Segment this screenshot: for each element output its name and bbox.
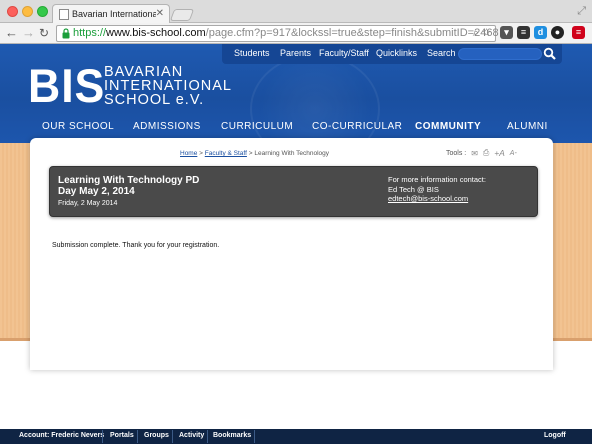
minimize-window-button[interactable] — [22, 6, 33, 17]
layers-extension-icon[interactable]: ≡ — [517, 26, 530, 39]
circle-extension-icon[interactable]: ● — [551, 26, 564, 39]
font-decrease-button[interactable]: A- — [510, 150, 517, 157]
account-footer-bar: Account: Frederic Nevers Portals Groups … — [0, 429, 592, 444]
nav-our-school[interactable]: OUR SCHOOL — [42, 121, 114, 132]
tab-title: Bavarian International Scho — [72, 9, 156, 19]
breadcrumb-home-link[interactable]: Home — [180, 150, 197, 157]
page-favicon-icon — [59, 9, 69, 20]
d-extension-icon[interactable]: d — [534, 26, 547, 39]
print-icon[interactable]: ⎙ — [483, 148, 489, 158]
footer-link-bookmarks[interactable]: Bookmarks — [213, 432, 251, 439]
breadcrumb-current: Learning With Technology — [254, 150, 330, 157]
footer-divider — [102, 430, 103, 443]
browser-toolbar: ← → ↻ https://www.bis-school.com/page.cf… — [0, 23, 592, 44]
utility-link-search: Search — [427, 48, 456, 58]
search-icon[interactable] — [543, 47, 557, 61]
back-arrow-icon[interactable]: ← — [5, 25, 18, 41]
event-title-line-1: Learning With Technology PD — [58, 175, 200, 186]
font-increase-button[interactable]: +A — [494, 148, 505, 158]
utility-link-faculty-staff[interactable]: Faculty/Staff — [319, 48, 369, 58]
event-date: Friday, 2 May 2014 — [58, 200, 118, 207]
footer-divider — [172, 430, 173, 443]
tab-close-icon[interactable]: ✕ — [156, 8, 164, 19]
event-title-line-2: Day May 2, 2014 — [58, 186, 135, 197]
contact-email-link[interactable]: edtech@bis-school.com — [388, 194, 486, 204]
address-bar[interactable]: https://www.bis-school.com/page.cfm?p=91… — [56, 25, 499, 42]
fullscreen-icon[interactable]: ⤢ — [577, 5, 586, 18]
browser-tab[interactable]: Bavarian International Scho ✕ — [52, 4, 170, 24]
nav-admissions[interactable]: ADMISSIONS — [133, 121, 201, 132]
lock-icon — [62, 28, 70, 39]
contact-info: For more information contact: Ed Tech @ … — [388, 175, 486, 204]
tools-label: Tools : — [446, 149, 467, 157]
nav-alumni[interactable]: ALUMNI — [507, 121, 548, 132]
logoff-link[interactable]: Logoff — [544, 432, 566, 439]
contact-name: Ed Tech @ BIS — [388, 184, 439, 194]
page-tools: Tools : ✉ ⎙ +A A- — [446, 148, 517, 158]
footer-divider — [254, 430, 255, 443]
zoom-window-button[interactable] — [37, 6, 48, 17]
nav-curriculum[interactable]: CURRICULUM — [221, 121, 293, 132]
breadcrumb-faculty-staff-link[interactable]: Faculty & Staff — [205, 150, 247, 157]
utility-link-parents[interactable]: Parents — [280, 48, 311, 58]
new-tab-button[interactable] — [169, 9, 195, 21]
utility-link-students[interactable]: Students — [234, 48, 270, 58]
utility-bar: Students Parents Faculty/Staff Quicklink… — [222, 44, 562, 64]
confirmation-message: Submission complete. Thank you for your … — [52, 242, 220, 249]
forward-arrow-icon[interactable]: → — [22, 25, 35, 41]
bookmark-star-icon[interactable]: ☆ — [482, 27, 491, 39]
browser-tabstrip: Bavarian International Scho ✕ ⤢ — [0, 0, 592, 24]
account-label[interactable]: Account: Frederic Nevers — [19, 432, 104, 439]
utility-link-quicklinks[interactable]: Quicklinks — [376, 48, 417, 58]
contact-heading: For more information contact: — [388, 175, 486, 184]
nav-co-curricular[interactable]: CO-CURRICULAR — [312, 121, 402, 132]
footer-link-activity[interactable]: Activity — [179, 432, 204, 439]
nav-community[interactable]: COMMUNITY — [415, 121, 481, 132]
logo-mark[interactable]: BIS — [28, 62, 105, 110]
footer-link-groups[interactable]: Groups — [144, 432, 169, 439]
footer-divider — [207, 430, 208, 443]
url-text: https://www.bis-school.com/page.cfm?p=91… — [73, 27, 499, 39]
breadcrumb-separator: > — [248, 150, 253, 157]
site-header: Students Parents Faculty/Staff Quicklink… — [0, 44, 592, 143]
zoom-search-icon[interactable]: ⌕ — [473, 27, 479, 39]
pocket-extension-icon[interactable]: ▾ — [500, 26, 513, 39]
reload-icon[interactable]: ↻ — [39, 25, 49, 41]
footer-link-portals[interactable]: Portals — [110, 432, 134, 439]
close-window-button[interactable] — [7, 6, 18, 17]
event-header-box: Learning With Technology PD Day May 2, 2… — [49, 166, 538, 217]
breadcrumb-separator: > — [199, 150, 203, 157]
email-icon[interactable]: ✉ — [471, 149, 478, 158]
omnibox-icons: ⌕ ☆ — [473, 27, 491, 40]
search-input[interactable] — [458, 48, 542, 60]
menu-hamburger-icon[interactable]: ≡ — [572, 26, 585, 39]
breadcrumb: Home > Faculty & Staff > Learning With T… — [180, 150, 329, 157]
footer-divider — [137, 430, 138, 443]
logo-text-line-3: SCHOOL e.V. — [104, 92, 205, 108]
event-title: Learning With Technology PD Day May 2, 2… — [58, 175, 318, 197]
content-panel: Home > Faculty & Staff > Learning With T… — [30, 138, 553, 370]
